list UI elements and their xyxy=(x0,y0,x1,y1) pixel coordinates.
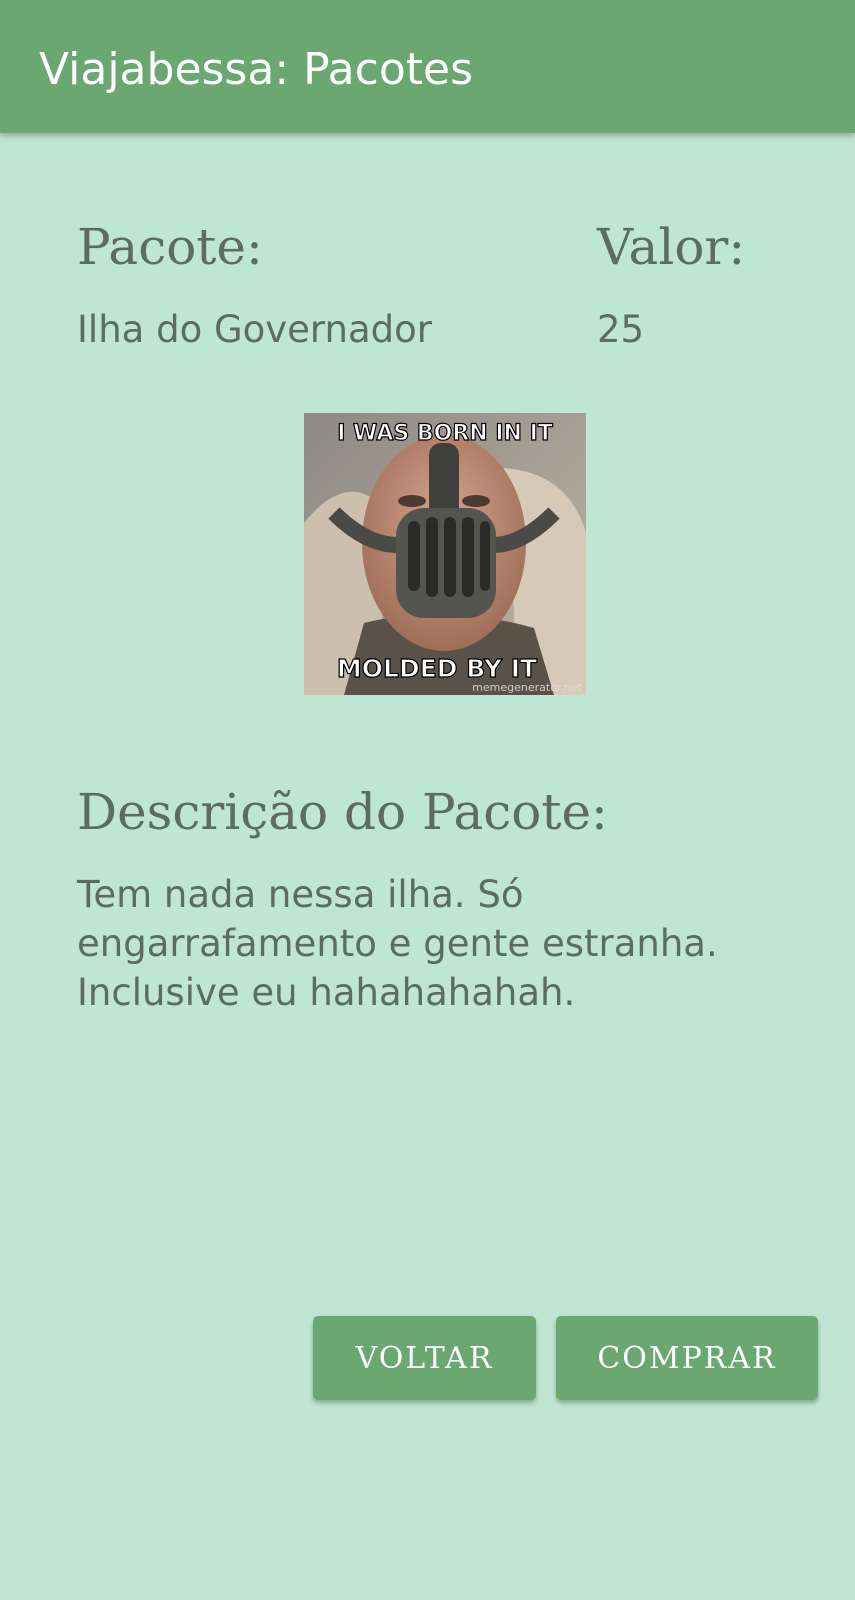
meme-watermark: memegenerator.net xyxy=(472,681,583,694)
package-value-label: Valor: xyxy=(597,218,746,276)
package-value: 25 xyxy=(597,308,645,351)
package-name: Ilha do Governador xyxy=(77,308,432,351)
back-button[interactable]: VOLTAR xyxy=(313,1316,536,1400)
app-bar: Viajabessa: Pacotes xyxy=(0,0,855,133)
meme-bottom-caption: MOLDED BY IT xyxy=(337,654,537,683)
package-name-label: Pacote: xyxy=(77,218,263,276)
description-text: Tem nada nessa ilha. Só engarrafamento e… xyxy=(77,873,718,1014)
description-label: Descrição do Pacote: xyxy=(77,783,608,841)
buy-button[interactable]: COMPRAR xyxy=(556,1316,818,1400)
app-title: Viajabessa: Pacotes xyxy=(39,44,474,95)
package-image: I WAS BORN IN IT MOLDED BY IT memegenera… xyxy=(304,413,586,695)
meme-top-caption: I WAS BORN IN IT xyxy=(337,421,553,446)
